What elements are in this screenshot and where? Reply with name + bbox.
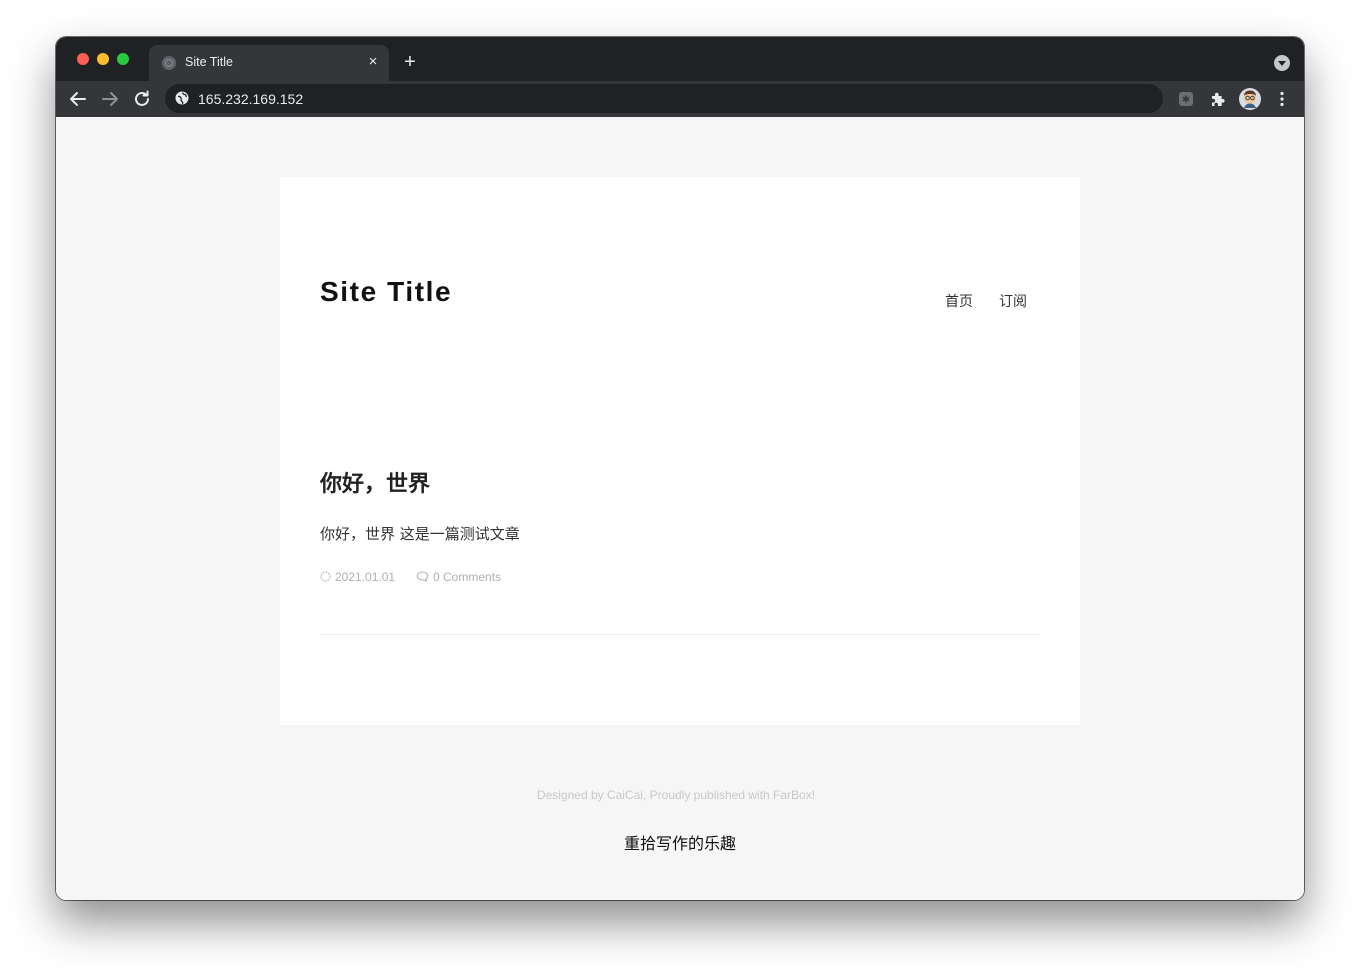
comment-icon [416,571,429,585]
more-menu-icon[interactable] [1270,87,1294,111]
post-date: 2021.01.01 [320,570,395,585]
reload-icon [135,90,149,106]
tab-bar: Site Title × + [56,37,1304,81]
avatar[interactable] [1238,87,1262,111]
page-viewport: Site Title 首页 订阅 你好，世界 你好，世界 这是一篇测试文章 20… [56,117,1304,900]
site-info-icon[interactable] [175,91,189,105]
post-divider [320,634,1040,635]
address-bar[interactable]: 165.232.169.152 [165,84,1163,113]
arrow-left-icon [70,92,86,106]
new-tab-button[interactable]: + [399,51,421,73]
puzzle-icon[interactable] [1206,87,1230,111]
minimize-window-button[interactable] [97,53,109,65]
tab-search-icon[interactable] [1274,55,1290,71]
reload-button[interactable] [130,87,154,111]
content-card: Site Title 首页 订阅 你好，世界 你好，世界 这是一篇测试文章 20… [280,177,1080,725]
forward-button[interactable] [98,87,122,111]
arrow-right-icon [102,92,118,106]
site-title[interactable]: Site Title [320,276,452,308]
post-comments-text: 0 Comments [433,570,502,584]
browser-toolbar: 165.232.169.152 [56,81,1304,117]
tab-close-button[interactable]: × [363,52,383,72]
browser-tab[interactable]: Site Title × [149,45,389,81]
post-date-text: 2021.01.01 [335,570,396,584]
tab-title: Site Title [185,55,233,69]
globe-icon [162,56,176,70]
footer-slogan: 重拾写作的乐趣 [623,834,736,853]
post-title[interactable]: 你好，世界 [320,466,430,498]
back-button[interactable] [66,87,90,111]
extension-icon[interactable] [1174,87,1198,111]
zoom-window-button[interactable] [117,53,129,65]
post-excerpt: 你好，世界 这是一篇测试文章 [320,525,520,543]
clock-icon [320,571,331,585]
footer-credit: Designed by CaiCai, Proudly published wi… [536,788,816,802]
browser-window: Site Title × + 165.232.169.152 Site Titl… [56,37,1304,900]
post-comments[interactable]: 0 Comments [416,570,501,585]
nav-home-link[interactable]: 首页 [945,291,973,311]
url-text: 165.232.169.152 [198,91,304,107]
close-window-button[interactable] [77,53,89,65]
nav-subscribe-link[interactable]: 订阅 [999,291,1027,311]
